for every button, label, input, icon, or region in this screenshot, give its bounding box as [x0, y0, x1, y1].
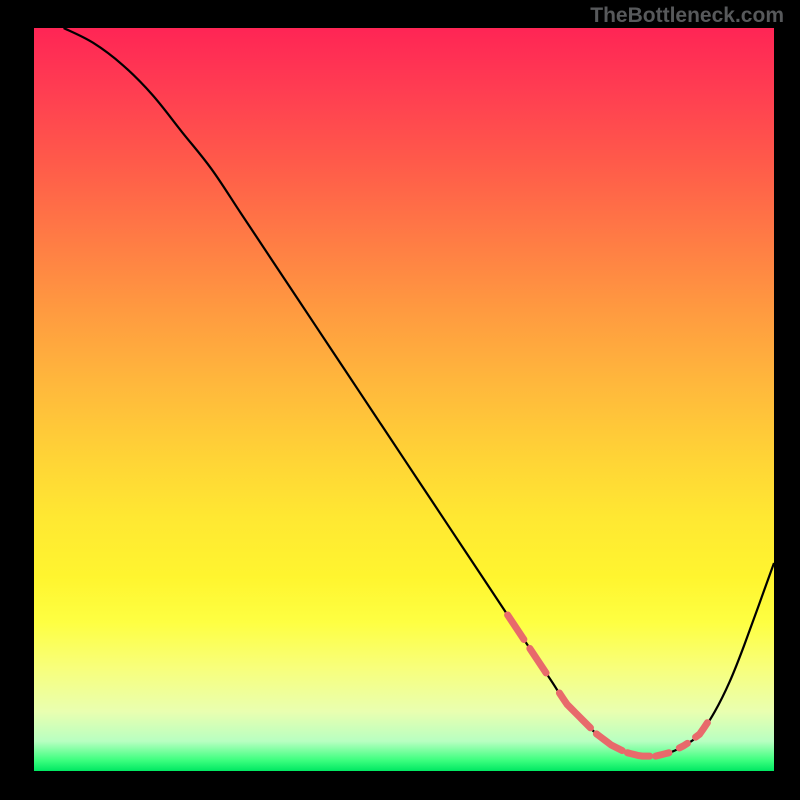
chart-plot-area [34, 28, 774, 771]
highlight-dash [508, 615, 524, 640]
highlight-dash [559, 693, 590, 728]
highlight-dashes [508, 615, 708, 756]
watermark-text: TheBottleneck.com [590, 4, 784, 28]
highlight-dash [596, 734, 622, 751]
highlight-dash [679, 743, 687, 748]
highlight-dash [627, 753, 649, 756]
chart-svg [34, 28, 774, 771]
highlight-dash [530, 648, 546, 673]
highlight-dash [696, 723, 708, 737]
bottleneck-curve [64, 28, 774, 757]
highlight-dash [656, 753, 669, 756]
